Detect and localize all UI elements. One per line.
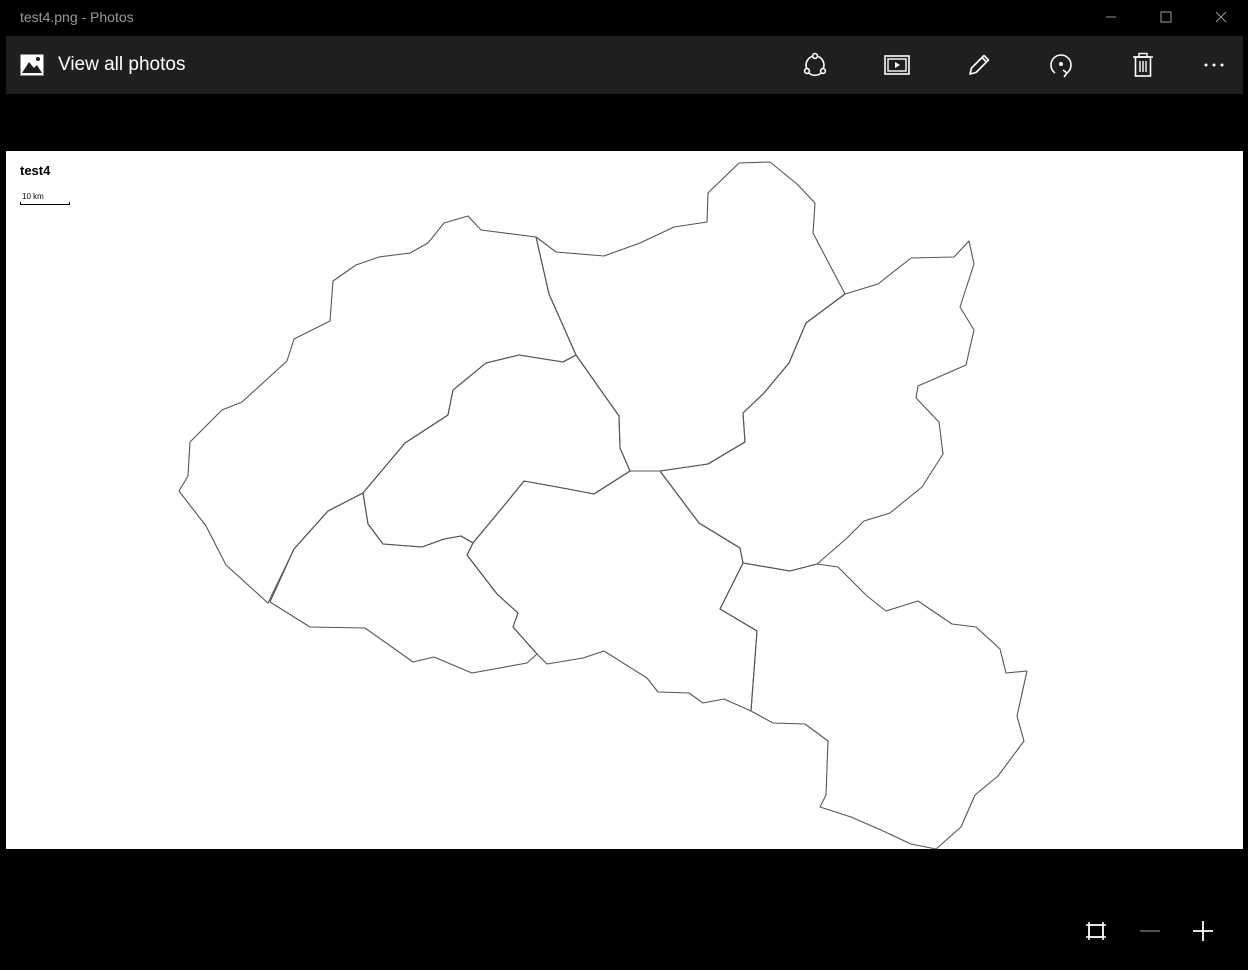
title-bar[interactable]: test4.png - Photos <box>0 0 1248 36</box>
more-icon <box>1204 63 1224 67</box>
zoom-in-button[interactable] <box>1183 911 1223 951</box>
fit-to-window-icon <box>1086 922 1106 940</box>
trash-icon <box>1133 52 1153 77</box>
map-region-southeast <box>719 562 1028 849</box>
map-region-north <box>535 161 846 472</box>
window-controls <box>1083 0 1248 36</box>
region-map <box>178 161 1028 849</box>
app-toolbar: View all photos <box>6 36 1243 94</box>
slideshow-button[interactable] <box>877 45 917 85</box>
minimize-button[interactable] <box>1083 0 1138 34</box>
edit-button[interactable] <box>959 45 999 85</box>
view-all-photos-label: View all photos <box>58 54 186 75</box>
pencil-icon <box>969 54 990 75</box>
map-region-east <box>659 240 975 572</box>
maximize-icon <box>1160 11 1171 23</box>
map-region-west <box>178 215 577 604</box>
more-button[interactable] <box>1194 45 1234 85</box>
map-region-central <box>362 354 631 548</box>
maximize-button[interactable] <box>1138 0 1193 34</box>
plus-icon <box>1193 921 1213 941</box>
view-all-photos-button[interactable]: View all photos <box>20 36 185 94</box>
close-button[interactable] <box>1193 0 1248 34</box>
share-button[interactable] <box>795 45 835 85</box>
minus-icon <box>1140 930 1160 932</box>
minimize-icon <box>1105 16 1116 18</box>
rotate-icon <box>1050 54 1072 78</box>
map-region-southwest <box>269 492 538 674</box>
close-icon <box>1215 11 1226 23</box>
window-title: test4.png - Photos <box>20 9 134 25</box>
rotate-button[interactable] <box>1041 45 1081 85</box>
photo-icon <box>20 54 44 76</box>
slideshow-icon <box>884 55 910 75</box>
photos-window: test4.png - Photos View all photos test4… <box>0 0 1248 970</box>
photo-canvas[interactable]: test4 10 km <box>6 151 1243 849</box>
share-icon <box>803 52 827 77</box>
delete-button[interactable] <box>1123 45 1163 85</box>
zoom-out-button[interactable] <box>1130 911 1170 951</box>
map-region-southcentral <box>466 470 758 712</box>
fit-to-window-button[interactable] <box>1076 911 1116 951</box>
